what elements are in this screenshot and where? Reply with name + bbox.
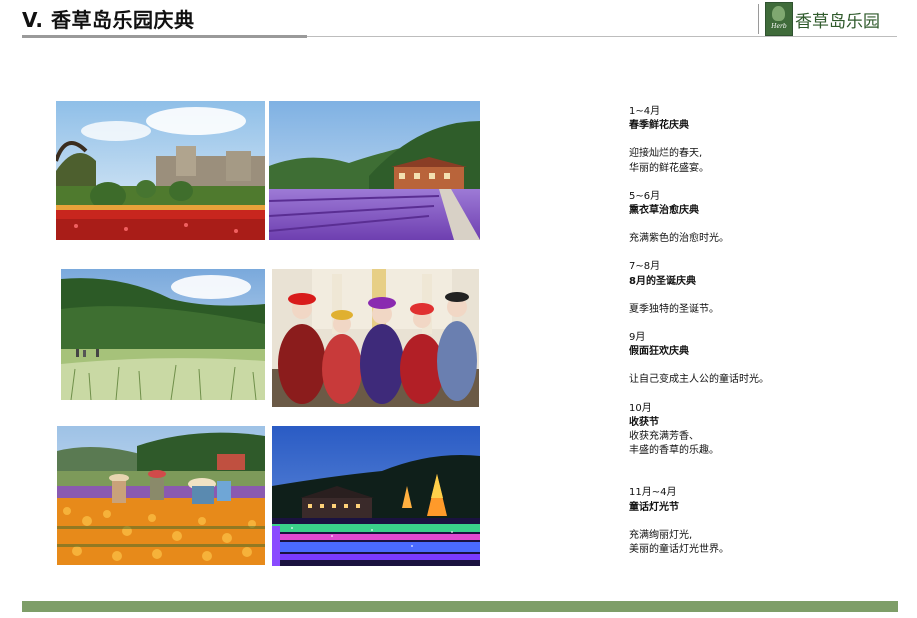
logo-text: Herb: [771, 23, 787, 30]
event-name: 8月的圣诞庆典: [629, 275, 696, 287]
event-description: 让自己变成主人公的童话时光。: [629, 374, 769, 386]
event-fairy-lights: 11月~4月 童话灯光节 充满绚丽灯光, 美丽的童话灯光世界。: [629, 486, 899, 557]
event-description: 充满紫色的治愈时光。: [629, 233, 729, 245]
title-underline-bar: [22, 35, 307, 38]
event-description: 迎接灿烂的春天, 华丽的鲜花盛宴。: [629, 148, 709, 174]
brand-logo: Herb: [765, 2, 793, 36]
photo-night-light-festival: [272, 426, 480, 566]
event-period: 7~8月: [629, 261, 661, 273]
event-period: 5~6月: [629, 190, 661, 202]
leaf-icon: [772, 6, 785, 21]
event-name: 假面狂欢庆典: [629, 346, 689, 358]
photo-carnival-costumes: [272, 269, 479, 407]
event-name: 收获节: [629, 416, 659, 428]
event-list: 1~4月 春季鲜花庆典 迎接灿烂的春天, 华丽的鲜花盛宴。 5~6月 熏衣草治愈…: [629, 105, 899, 557]
event-name: 春季鲜花庆典: [629, 120, 689, 132]
event-masquerade-carnival: 9月 假面狂欢庆典 让自己变成主人公的童话时光。: [629, 331, 899, 388]
event-period: 1~4月: [629, 106, 661, 117]
page-title: V. 香草岛乐园庆典: [22, 8, 195, 32]
brand-name: 香草岛乐园: [795, 12, 880, 32]
photo-flower-garden: [56, 101, 265, 240]
photo-lavender-field: [269, 101, 480, 240]
event-harvest: 10月 收获节 收获充满芳香、 丰盛的香草的乐趣。: [629, 402, 899, 459]
brand-divider: [758, 4, 759, 34]
event-description: 充满绚丽灯光, 美丽的童话灯光世界。: [629, 529, 729, 556]
event-summer-christmas: 7~8月 8月的圣诞庆典 夏季独特的圣诞节。: [629, 260, 899, 317]
photo-herb-field-hills: [61, 269, 265, 400]
event-description: 收获充满芳香、 丰盛的香草的乐趣。: [629, 431, 719, 457]
event-name: 熏衣草治愈庆典: [629, 205, 699, 217]
event-period: 9月: [629, 332, 646, 344]
event-name: 童话灯光节: [629, 501, 679, 513]
event-spring-flower: 1~4月 春季鲜花庆典 迎接灿烂的春天, 华丽的鲜花盛宴。: [629, 105, 899, 176]
footer-bar: [22, 601, 898, 612]
header-divider: [307, 36, 897, 37]
event-period: 11月~4月: [629, 487, 677, 499]
event-lavender-healing: 5~6月 熏衣草治愈庆典 充满紫色的治愈时光。: [629, 190, 899, 247]
photo-marigold-gardeners: [57, 426, 265, 565]
event-period: 10月: [629, 402, 652, 414]
event-description: 夏季独特的圣诞节。: [629, 303, 719, 315]
